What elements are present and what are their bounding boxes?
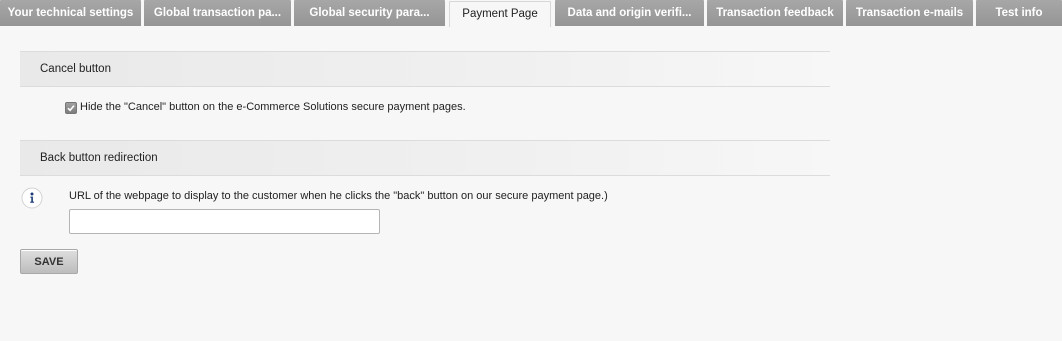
back-url-label: URL of the webpage to display to the cus… xyxy=(69,190,608,202)
checkmark-icon xyxy=(67,105,75,112)
hide-cancel-checkbox-label: Hide the "Cancel" button on the e-Commer… xyxy=(80,101,466,113)
save-button[interactable]: SAVE xyxy=(20,249,78,274)
tab-global-security-parameters[interactable]: Global security para... xyxy=(294,0,445,26)
tab-transaction-feedback[interactable]: Transaction feedback xyxy=(707,0,843,26)
info-icon xyxy=(21,187,43,209)
tab-your-technical-settings[interactable]: Your technical settings xyxy=(0,0,141,26)
back-url-input[interactable] xyxy=(69,209,380,234)
tab-payment-page[interactable]: Payment Page xyxy=(449,1,551,27)
tab-global-transaction-parameters[interactable]: Global transaction pa... xyxy=(144,0,291,26)
cancel-button-section-header: Cancel button xyxy=(20,51,830,87)
tab-bar: Your technical settings Global transacti… xyxy=(0,0,1062,27)
tab-test-info[interactable]: Test info xyxy=(976,0,1062,26)
tab-transaction-emails[interactable]: Transaction e-mails xyxy=(846,0,973,26)
hide-cancel-checkbox[interactable] xyxy=(65,102,77,114)
back-button-redirection-section-header: Back button redirection xyxy=(20,140,830,176)
tab-data-and-origin-verification[interactable]: Data and origin verifi... xyxy=(555,0,704,26)
